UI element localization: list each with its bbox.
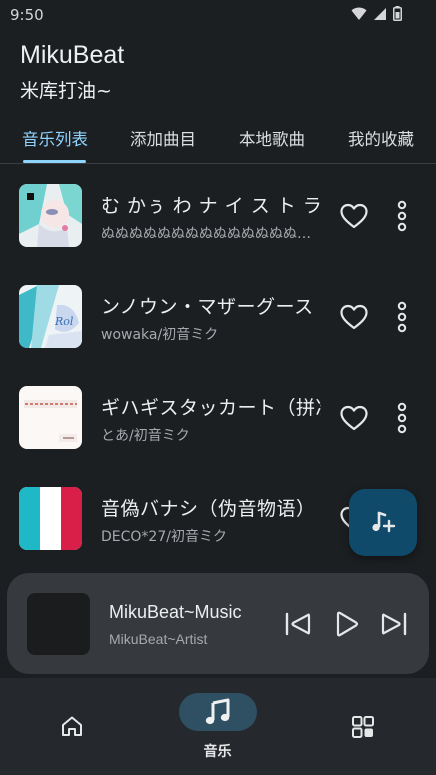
signal-icon bbox=[373, 7, 387, 21]
play-icon bbox=[336, 611, 359, 637]
song-artist: ぬぬぬぬぬぬぬぬぬぬぬぬぬぬぬぬぬぬぬぬ bbox=[101, 226, 319, 242]
song-artist: DECO*27/初音ミク bbox=[101, 529, 227, 545]
more-vert-icon bbox=[397, 200, 407, 232]
previous-button[interactable] bbox=[283, 609, 313, 639]
tab-bar: 音乐列表 添加曲目 本地歌曲 我的收藏 bbox=[0, 118, 436, 164]
album-cover bbox=[19, 487, 82, 550]
nav-dashboard[interactable] bbox=[291, 678, 436, 775]
music-add-icon bbox=[372, 511, 396, 532]
song-row[interactable]: ギハギスタッカート（拼凑 とあ/初音ミク bbox=[0, 366, 436, 467]
skip-next-icon bbox=[381, 612, 407, 636]
grid-icon bbox=[348, 712, 378, 742]
album-cover bbox=[19, 386, 82, 449]
more-options-button[interactable] bbox=[392, 402, 412, 434]
bottom-navigation: 音乐 bbox=[0, 678, 436, 775]
mini-player[interactable]: MikuBeat~Music MikuBeat~Artist bbox=[7, 573, 429, 674]
tab-my-favorites[interactable]: 我的收藏 bbox=[348, 126, 414, 150]
music-note-icon bbox=[205, 698, 230, 725]
song-row[interactable]: Rol ンノウン・マザーグース wowaka/初音ミク bbox=[0, 265, 436, 366]
tab-local-songs[interactable]: 本地歌曲 bbox=[239, 126, 305, 150]
favorite-button[interactable] bbox=[339, 303, 369, 331]
add-music-fab[interactable] bbox=[349, 489, 417, 556]
song-artist: wowaka/初音ミク bbox=[101, 327, 219, 343]
album-cover bbox=[19, 184, 82, 247]
more-options-button[interactable] bbox=[392, 200, 412, 232]
favorite-button[interactable] bbox=[339, 202, 369, 230]
nav-active-indicator bbox=[179, 693, 257, 731]
nav-music-label: 音乐 bbox=[203, 744, 232, 760]
battery-icon bbox=[393, 6, 402, 21]
play-button[interactable] bbox=[331, 609, 361, 639]
nav-music[interactable]: 音乐 bbox=[145, 678, 290, 775]
skip-previous-icon bbox=[285, 612, 311, 636]
svg-text:Rol: Rol bbox=[54, 315, 74, 328]
player-cover bbox=[27, 593, 90, 655]
song-artist: とあ/初音ミク bbox=[101, 428, 190, 444]
status-time: 9:50 bbox=[10, 6, 44, 24]
app-subtitle: 米库打油~ bbox=[20, 80, 112, 102]
next-button[interactable] bbox=[379, 609, 409, 639]
tab-music-list[interactable]: 音乐列表 bbox=[22, 126, 88, 150]
player-title: MikuBeat~Music bbox=[109, 602, 242, 622]
heart-icon bbox=[340, 405, 368, 431]
status-icons bbox=[351, 6, 402, 21]
nav-home[interactable] bbox=[0, 678, 145, 775]
favorite-button[interactable] bbox=[339, 404, 369, 432]
song-title: ギハギスタッカート（拼凑 bbox=[101, 397, 321, 419]
album-cover: Rol bbox=[19, 285, 82, 348]
heart-icon bbox=[340, 203, 368, 229]
song-title: む かぅ わ ナ イ ス ト ラ ・ bbox=[101, 195, 321, 217]
more-options-button[interactable] bbox=[392, 301, 412, 333]
song-row[interactable]: む かぅ わ ナ イ ス ト ラ ・ ぬぬぬぬぬぬぬぬぬぬぬぬぬぬぬぬぬぬぬぬ bbox=[0, 164, 436, 265]
player-artist: MikuBeat~Artist bbox=[109, 631, 208, 647]
song-title: 音偽バナシ（伪音物语） bbox=[101, 498, 316, 520]
tab-add-tracks[interactable]: 添加曲目 bbox=[130, 126, 196, 150]
heart-icon bbox=[340, 304, 368, 330]
tab-active-indicator bbox=[23, 160, 86, 163]
wifi-icon bbox=[351, 7, 367, 21]
app-title: MikuBeat bbox=[20, 41, 125, 69]
more-vert-icon bbox=[397, 301, 407, 333]
home-icon bbox=[57, 711, 87, 741]
more-vert-icon bbox=[397, 402, 407, 434]
song-title: ンノウン・マザーグース bbox=[101, 296, 314, 318]
app-root: 9:50 MikuBeat 米库打油~ 音乐列表 添加曲目 本地歌曲 我的收藏 bbox=[0, 0, 436, 775]
status-bar: 9:50 bbox=[0, 0, 436, 30]
